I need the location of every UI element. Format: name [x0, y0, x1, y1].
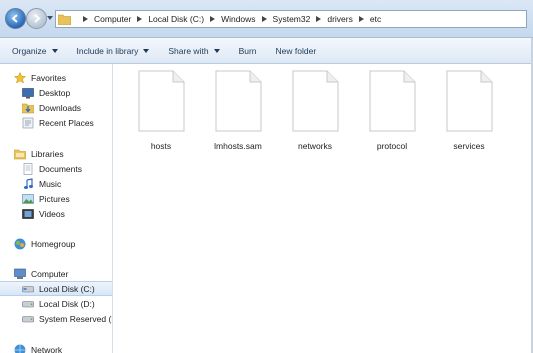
- desktop-icon: [22, 87, 34, 98]
- chevron-down-icon: [51, 48, 58, 53]
- back-arrow-icon: [11, 14, 18, 23]
- breadcrumb-etc[interactable]: etc: [370, 14, 381, 24]
- address-breadcrumb[interactable]: Computer Local Disk (C:) Windows System3…: [55, 10, 527, 28]
- nav-system-reserved-label: System Reserved (F:): [39, 313, 112, 324]
- share-with-button[interactable]: Share with: [168, 45, 220, 56]
- nav-libraries-label: Libraries: [31, 148, 64, 159]
- drive-icon: [22, 300, 34, 307]
- nav-recent-places-label: Recent Places: [39, 117, 94, 128]
- pictures-icon: [22, 193, 34, 204]
- nav-favorites-label: Favorites: [31, 72, 66, 83]
- chevron-right-icon[interactable]: [210, 16, 216, 22]
- back-button[interactable]: [5, 8, 26, 29]
- chevron-right-icon[interactable]: [83, 16, 88, 22]
- blank-file-icon: [138, 70, 185, 132]
- file-item[interactable]: protocol: [357, 70, 427, 158]
- nav-documents[interactable]: Documents: [0, 161, 112, 176]
- command-bar: Organize Include in library Share with B…: [0, 38, 533, 64]
- nav-computer-label: Computer: [31, 268, 69, 279]
- address-bar-area: Computer Local Disk (C:) Windows System3…: [0, 0, 533, 38]
- music-note-icon: [24, 177, 33, 189]
- libraries-icon: [14, 149, 26, 159]
- file-name: protocol: [376, 141, 408, 151]
- file-name: lmhosts.sam: [214, 141, 262, 151]
- nav-system-reserved[interactable]: System Reserved (F:): [0, 311, 112, 326]
- computer-icon: [14, 268, 26, 279]
- file-name: hosts: [150, 141, 172, 151]
- homegroup-icon: [14, 238, 26, 249]
- nav-downloads[interactable]: Downloads: [0, 100, 112, 115]
- nav-pictures-label: Pictures: [39, 193, 70, 204]
- drive-icon: [22, 315, 34, 322]
- nav-pictures[interactable]: Pictures: [0, 191, 112, 206]
- blank-file-icon: [369, 70, 416, 132]
- nav-desktop[interactable]: Desktop: [0, 85, 112, 100]
- file-name: services: [453, 141, 485, 151]
- nav-local-disk-c[interactable]: Local Disk (C:): [0, 281, 112, 296]
- breadcrumb-drivers[interactable]: drivers: [327, 14, 353, 24]
- file-name: networks: [297, 141, 332, 151]
- folder-icon: [58, 14, 71, 25]
- breadcrumb-local-disk-c[interactable]: Local Disk (C:): [148, 14, 204, 24]
- breadcrumb-system32[interactable]: System32: [273, 14, 311, 24]
- file-item[interactable]: networks: [280, 70, 350, 158]
- downloads-folder-icon: [22, 103, 34, 113]
- nav-network[interactable]: Network: [0, 342, 112, 353]
- organize-label: Organize: [12, 45, 47, 56]
- file-item[interactable]: hosts: [126, 70, 196, 158]
- burn-label: Burn: [238, 45, 257, 56]
- include-in-library-button[interactable]: Include in library: [77, 46, 150, 56]
- nav-homegroup-label: Homegroup: [31, 238, 76, 249]
- burn-button[interactable]: Burn: [239, 46, 257, 56]
- nav-desktop-label: Desktop: [39, 87, 71, 98]
- forward-button[interactable]: [26, 8, 47, 29]
- network-icon: [14, 344, 26, 353]
- blank-file-icon: [446, 70, 493, 132]
- nav-local-disk-c-label: Local Disk (C:): [39, 283, 95, 294]
- nav-music[interactable]: Music: [0, 176, 112, 191]
- file-list-area[interactable]: hosts lmhosts.sam networks protocol serv…: [114, 64, 533, 353]
- nav-computer[interactable]: Computer: [0, 266, 112, 281]
- nav-documents-label: Documents: [39, 163, 82, 174]
- chevron-right-icon[interactable]: [316, 16, 322, 22]
- nav-videos[interactable]: Videos: [0, 206, 112, 221]
- chevron-down-icon: [143, 48, 150, 53]
- drive-icon: [22, 285, 34, 292]
- new-folder-button[interactable]: New folder: [276, 46, 317, 56]
- chevron-right-icon[interactable]: [358, 16, 364, 22]
- videos-icon: [22, 208, 34, 219]
- nav-downloads-label: Downloads: [39, 102, 82, 113]
- recent-places-icon: [22, 117, 34, 128]
- file-item[interactable]: lmhosts.sam: [203, 70, 273, 158]
- nav-local-disk-d-label: Local Disk (D:): [39, 298, 95, 309]
- breadcrumb-computer[interactable]: Computer: [94, 14, 131, 24]
- breadcrumb-windows[interactable]: Windows: [221, 14, 255, 24]
- share-with-label: Share with: [168, 45, 209, 56]
- file-item[interactable]: services: [434, 70, 504, 158]
- blank-file-icon: [292, 70, 339, 132]
- nav-recent-places[interactable]: Recent Places: [0, 115, 112, 130]
- chevron-right-icon[interactable]: [137, 16, 143, 22]
- chevron-down-icon: [213, 48, 220, 53]
- nav-favorites[interactable]: Favorites: [0, 70, 112, 85]
- star-icon: [14, 71, 26, 84]
- forward-arrow-icon: [34, 14, 41, 23]
- documents-icon: [23, 162, 33, 175]
- nav-music-label: Music: [39, 178, 62, 189]
- new-folder-label: New folder: [275, 45, 317, 56]
- nav-videos-label: Videos: [39, 208, 65, 219]
- nav-homegroup[interactable]: Homegroup: [0, 236, 112, 251]
- nav-libraries[interactable]: Libraries: [0, 146, 112, 161]
- navigation-pane[interactable]: Favorites Desktop Downloads Recent Place…: [0, 64, 113, 353]
- organize-button[interactable]: Organize: [12, 46, 58, 56]
- include-in-library-label: Include in library: [76, 45, 139, 56]
- chevron-right-icon[interactable]: [261, 16, 267, 22]
- recent-pages-dropdown-icon[interactable]: [47, 15, 53, 21]
- nav-local-disk-d[interactable]: Local Disk (D:): [0, 296, 112, 311]
- blank-file-icon: [215, 70, 262, 132]
- nav-network-label: Network: [31, 344, 63, 353]
